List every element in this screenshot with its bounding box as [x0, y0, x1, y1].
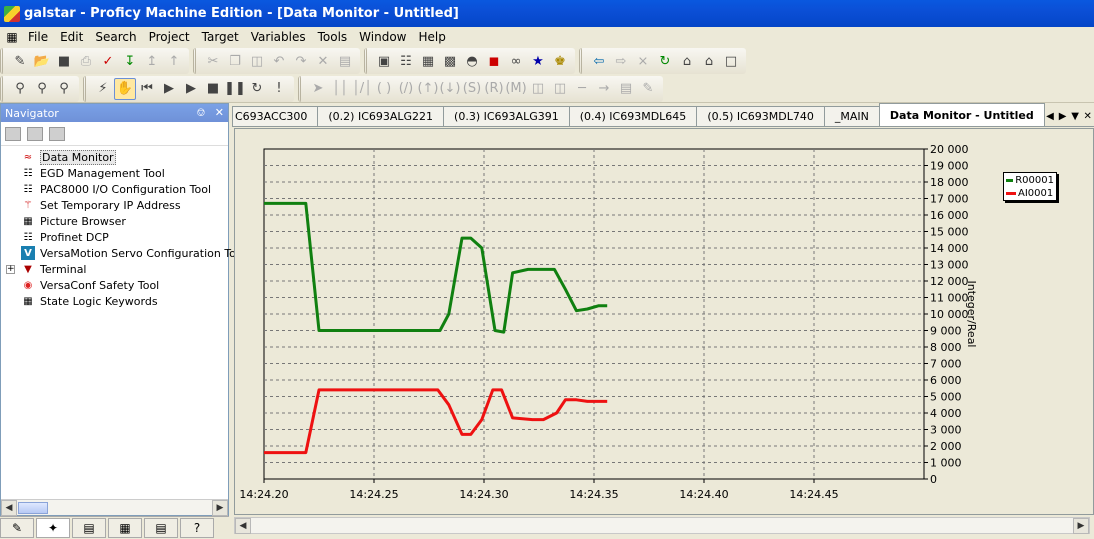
y-tick-label: 15 000 [930, 226, 969, 239]
y-tick-label: 6 000 [930, 374, 962, 387]
legend-swatch [1006, 192, 1016, 195]
legend-entry: AI0001 [1006, 187, 1054, 200]
y-tick-label: 13 000 [930, 259, 969, 272]
data-monitor-chart: 0 1 000 2 000 3 000 4 000 5 000 6 000 7 000 8 00… [239, 143, 978, 501]
y-tick-label: 0 [930, 473, 937, 486]
y-tick-label: 17 000 [930, 193, 969, 206]
x-tick-label: 14:24.35 [569, 488, 618, 501]
x-tick-label: 14:24.25 [349, 488, 398, 501]
x-tick-label: 14:24.45 [789, 488, 838, 501]
y-tick-label: 16 000 [930, 209, 969, 222]
x-tick-label: 14:24.40 [679, 488, 728, 501]
y-tick-label: 4 000 [930, 407, 962, 420]
y-axis-ticks: 0 1 000 2 000 3 000 4 000 5 000 6 000 7 000 8 00… [924, 143, 969, 486]
y-tick-label: 7 000 [930, 358, 962, 371]
y-tick-label: 11 000 [930, 292, 969, 305]
legend-entry: R00001 [1006, 174, 1054, 187]
y-tick-label: 18 000 [930, 176, 969, 189]
legend-label: AI0001 [1018, 188, 1054, 199]
y-tick-label: 2 000 [930, 440, 962, 453]
legend-label: R00001 [1015, 175, 1054, 186]
x-tick-label: 14:24.30 [459, 488, 508, 501]
x-tick-label: 14:24.20 [239, 488, 288, 501]
y-tick-label: 12 000 [930, 275, 969, 288]
scroll-right-icon[interactable]: ▶ [1073, 517, 1089, 534]
y-tick-label: 5 000 [930, 391, 962, 404]
chart-legend: R00001 AI0001 [1003, 172, 1057, 201]
y-tick-label: 14 000 [930, 242, 969, 255]
y-tick-label: 9 000 [930, 325, 962, 338]
y-tick-label: 20 000 [930, 143, 969, 156]
x-axis-ticks: 14:24.20 14:24.25 14:24.30 14:24.35 14:24.40… [239, 479, 839, 501]
y-tick-label: 3 000 [930, 424, 962, 437]
scroll-left-icon[interactable]: ◀ [235, 517, 251, 534]
y-tick-label: 19 000 [930, 160, 969, 173]
y-axis-label: Integer/Real [965, 281, 978, 348]
y-tick-label: 8 000 [930, 341, 962, 354]
legend-swatch [1006, 179, 1014, 182]
chart-hscrollbar[interactable]: ◀ ▶ [234, 517, 1090, 534]
y-tick-label: 1 000 [930, 457, 962, 470]
y-tick-label: 10 000 [930, 308, 969, 321]
